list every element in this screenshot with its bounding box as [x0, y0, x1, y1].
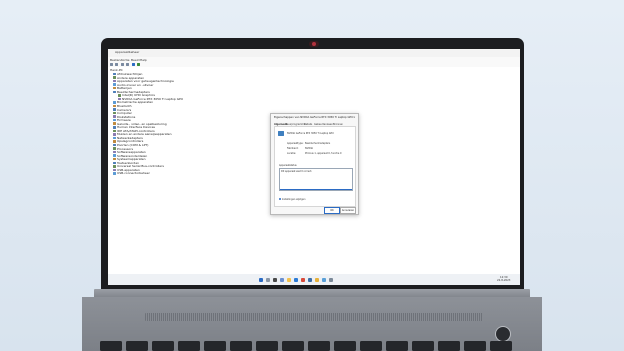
display-adapter-icon: [278, 131, 284, 136]
keyboard-key[interactable]: [412, 341, 434, 351]
help-icon[interactable]: [126, 63, 129, 66]
device-category-icon: [113, 90, 116, 94]
window-titlebar: Apparaatbeheer: [108, 49, 520, 57]
properties-icon[interactable]: [121, 63, 124, 66]
dialog-body: NVIDIA GeForce RTX 3050 Ti Laptop GPU Ap…: [274, 126, 356, 207]
keyboard-key[interactable]: [152, 341, 174, 351]
keyboard-key[interactable]: [334, 341, 356, 351]
device-category-icon: [113, 101, 116, 104]
folder-icon[interactable]: [315, 278, 319, 282]
device-category-icon: [113, 108, 116, 111]
laptop-screen: Apparaatbeheer Bestand Actie Beeld Help …: [108, 49, 520, 285]
field-value-manufacturer: NVIDIA: [305, 147, 313, 150]
taskbar: [108, 274, 520, 285]
device-category-icon: [113, 147, 116, 150]
device-category-icon: [113, 172, 116, 175]
search-icon[interactable]: [266, 278, 270, 282]
device-category-icon: [113, 161, 116, 165]
device-category-icon: [113, 157, 116, 161]
keyboard-key[interactable]: [438, 341, 460, 351]
keyboard-key[interactable]: [230, 341, 252, 351]
webcam-icon: [309, 41, 319, 47]
forward-icon[interactable]: [115, 63, 118, 66]
device-category-icon: [113, 72, 116, 76]
device-category-icon: [113, 168, 116, 172]
device-category-icon: [113, 104, 116, 108]
status-box: Dit apparaat werkt correct.: [279, 168, 353, 191]
edge-icon[interactable]: [294, 278, 298, 282]
menu-help[interactable]: Help: [140, 58, 147, 62]
file-explorer-icon[interactable]: [287, 278, 291, 282]
status-focus-line: [280, 189, 352, 190]
start-icon[interactable]: [259, 278, 263, 282]
menu-action[interactable]: Actie: [122, 58, 130, 62]
tree-item[interactable]: USB-connectorbeheer: [113, 171, 150, 176]
device-category-icon: [113, 86, 116, 90]
keyboard-key[interactable]: [178, 341, 200, 351]
device-category-icon: [113, 115, 116, 118]
keyboard-key[interactable]: [308, 341, 330, 351]
field-value-type: Beeldschermadapters: [305, 142, 331, 145]
device-category-icon: [113, 118, 116, 122]
clock-date[interactable]: 22-8-2023: [497, 279, 510, 282]
device-category-icon: [113, 122, 116, 125]
update-driver-icon[interactable]: [137, 63, 140, 66]
device-category-icon: [113, 140, 116, 143]
device-name: NVIDIA GeForce RTX 3050 Ti Laptop GPU: [287, 132, 334, 135]
close-icon[interactable]: ×: [353, 115, 356, 119]
properties-dialog: Eigenschappen van NVIDIA GeForce RTX 305…: [270, 113, 359, 215]
widgets-icon[interactable]: [280, 278, 284, 282]
menu-file[interactable]: Bestand: [110, 58, 122, 62]
cancel-button[interactable]: Annuleren: [340, 207, 356, 214]
task-view-icon[interactable]: [273, 278, 277, 282]
device-category-icon: [113, 150, 116, 154]
chrome-icon[interactable]: [301, 278, 305, 282]
back-icon[interactable]: [110, 63, 113, 66]
device-category-icon: [113, 165, 116, 168]
status-text: Dit apparaat werkt correct.: [281, 170, 313, 173]
keyboard-key[interactable]: [464, 341, 486, 351]
field-label-type: Apparaattype:: [287, 142, 304, 145]
speaker-grille: [145, 313, 483, 321]
menu-view[interactable]: Beeld: [131, 58, 140, 62]
device-manager-taskbar-icon[interactable]: [322, 278, 326, 282]
dialog-title: Eigenschappen van NVIDIA GeForce RTX 305…: [274, 115, 353, 119]
device-category-icon: [113, 76, 116, 79]
keyboard-key[interactable]: [386, 341, 408, 351]
field-label-manufacturer: Fabrikant:: [287, 147, 299, 150]
device-category-icon: [113, 154, 116, 157]
ok-button[interactable]: OK: [324, 207, 340, 214]
field-label-location: Locatie:: [287, 152, 297, 155]
store-icon[interactable]: [308, 278, 312, 282]
status-heading: Apparaatstatus: [279, 164, 297, 167]
window-title: Apparaatbeheer: [115, 50, 140, 54]
keyboard-key[interactable]: [360, 341, 382, 351]
change-settings-button[interactable]: Instellingen wijzigen: [282, 198, 305, 201]
device-category-icon: [113, 83, 116, 86]
device-category-icon: [113, 79, 116, 83]
device-category-icon: [113, 143, 116, 147]
device-category-icon: [113, 133, 116, 136]
tree-item-label: USB-connectorbeheer: [117, 171, 150, 176]
scan-icon[interactable]: [132, 63, 135, 66]
field-value-location: PCI-bus 1, apparaat 0, functie 0: [305, 152, 342, 155]
device-category-icon: [118, 94, 121, 97]
settings-icon[interactable]: [329, 278, 333, 282]
keyboard-key[interactable]: [126, 341, 148, 351]
keyboard-key[interactable]: [282, 341, 304, 351]
power-button-icon[interactable]: [495, 326, 511, 342]
keyboard-key[interactable]: [490, 341, 512, 351]
device-category-icon: [113, 111, 116, 115]
device-category-icon: [113, 129, 116, 133]
device-category-icon: [113, 126, 116, 129]
keyboard-key[interactable]: [100, 341, 122, 351]
device-category-icon: [113, 136, 116, 140]
shield-icon: [279, 198, 281, 200]
keyboard-key[interactable]: [256, 341, 278, 351]
keyboard-key[interactable]: [204, 341, 226, 351]
